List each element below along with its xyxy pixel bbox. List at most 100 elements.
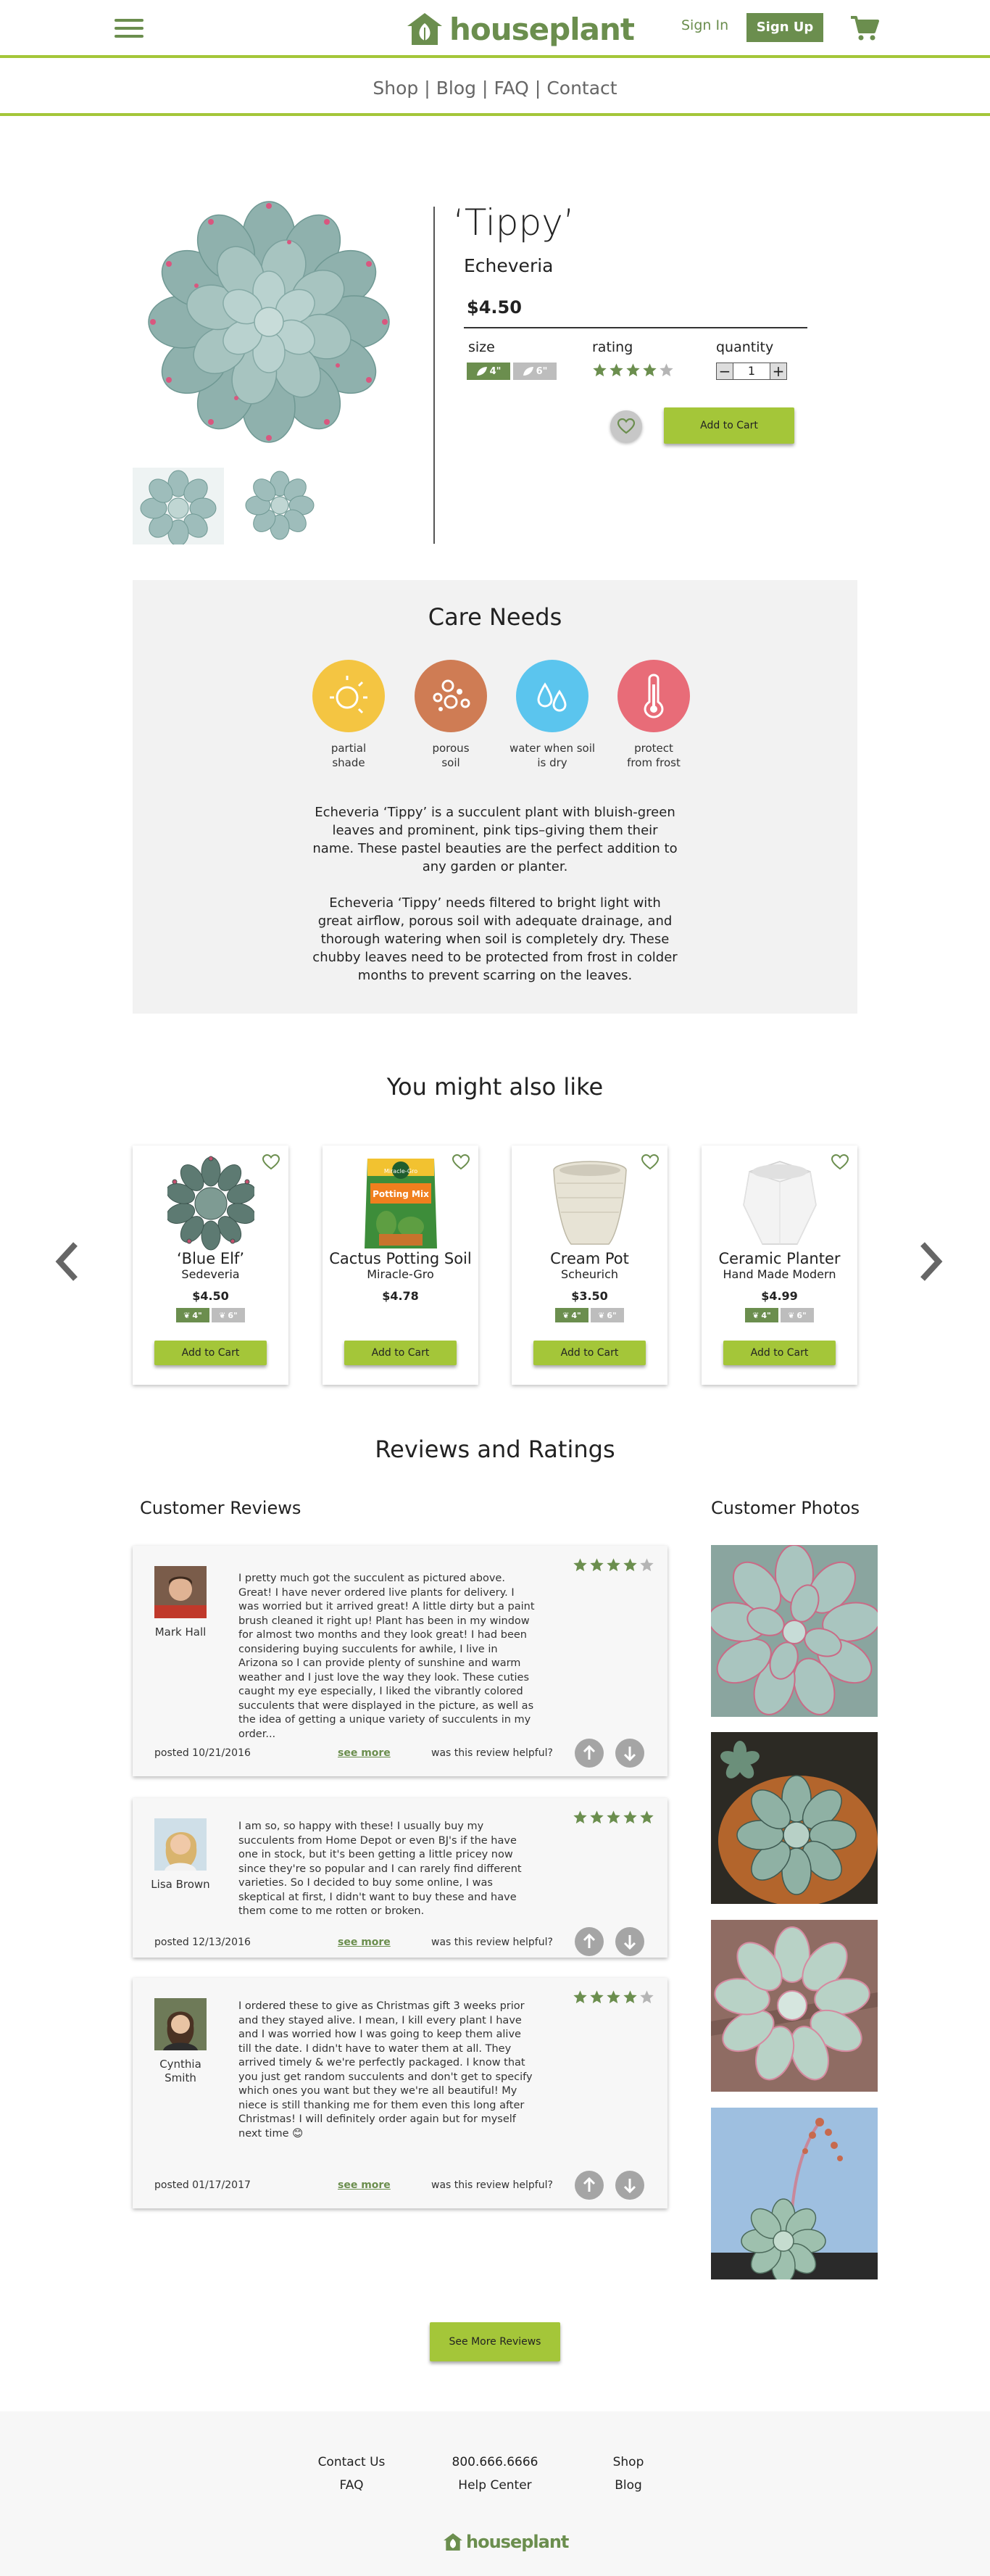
avatar[interactable] <box>154 1566 207 1618</box>
related-product-card[interactable]: Miracle-Gro Potting Mix Cactus Potting S… <box>323 1146 478 1385</box>
product-title: ‘Tippy’ <box>453 202 575 244</box>
see-more-link[interactable]: see more <box>338 2179 391 2191</box>
leaf-icon <box>476 367 487 376</box>
add-to-cart-button[interactable]: Add to Cart <box>533 1341 646 1365</box>
customer-photo[interactable] <box>711 2108 878 2279</box>
site-footer: Contact Us FAQ 800.666.6666 Help Center … <box>0 2411 990 2576</box>
footer-blog[interactable]: Blog <box>570 2478 686 2493</box>
related-product-name: Cream Pot <box>550 1250 629 1267</box>
related-product-brand: Sedeveria <box>181 1267 240 1281</box>
footer-help-center[interactable]: Help Center <box>437 2478 553 2493</box>
sign-up-button[interactable]: Sign Up <box>746 13 823 42</box>
upvote-button[interactable] <box>575 2171 604 2200</box>
upvote-button[interactable] <box>575 1739 604 1768</box>
product-thumbnail-2[interactable] <box>238 468 323 544</box>
add-to-cart-button[interactable]: Add to Cart <box>723 1341 836 1365</box>
cream-pot-image <box>553 1161 627 1245</box>
star-filled-icon <box>640 1810 654 1824</box>
footer-shop[interactable]: Shop <box>570 2455 686 2469</box>
avatar[interactable] <box>154 1818 207 1871</box>
size-option-4[interactable]: ❦ 4" <box>176 1308 209 1322</box>
review-text: I am so, so happy with these! I usually … <box>238 1821 522 1917</box>
leaf-icon: ❦ <box>219 1310 226 1320</box>
review-date: posted 01/17/2017 <box>154 2179 251 2191</box>
related-product-price: $4.78 <box>382 1289 419 1303</box>
nav-contact[interactable]: Contact <box>546 78 617 99</box>
quantity-decrement-button[interactable]: − <box>716 363 733 380</box>
related-size-selector: ❦ 4" ❦ 6" <box>702 1308 857 1322</box>
leaf-house-icon <box>444 2533 462 2551</box>
avatar[interactable] <box>154 1998 207 2050</box>
brand-logo[interactable]: houseplant <box>406 7 635 51</box>
size-option-6[interactable]: ❦ 6" <box>591 1308 624 1322</box>
product-main-image <box>148 201 390 443</box>
related-product-brand: Hand Made Modern <box>723 1267 836 1281</box>
leaf-icon <box>523 367 533 376</box>
add-to-cart-button[interactable]: Add to Cart <box>664 407 794 444</box>
star-empty-icon <box>660 363 673 377</box>
arrow-up-icon <box>583 2177 596 2192</box>
nav-blog[interactable]: Blog <box>436 78 476 99</box>
downvote-button[interactable] <box>615 1739 644 1768</box>
related-product-card[interactable]: Ceramic Planter Hand Made Modern $4.99 ❦… <box>702 1146 857 1385</box>
add-to-cart-button[interactable]: Add to Cart <box>344 1341 457 1365</box>
quantity-input[interactable]: 1 <box>733 363 770 380</box>
downvote-button[interactable] <box>615 2171 644 2200</box>
footer-faq[interactable]: FAQ <box>294 2478 409 2493</box>
nav-shop[interactable]: Shop <box>373 78 418 99</box>
size-option-6[interactable]: ❦ 6" <box>212 1308 245 1322</box>
footer-phone[interactable]: 800.666.6666 <box>437 2455 553 2469</box>
product-divider <box>433 207 435 544</box>
brand-name: houseplant <box>449 11 635 47</box>
product-thumbnail-1[interactable] <box>133 468 224 544</box>
related-product-card[interactable]: Cream Pot Scheurich $3.50 ❦ 4" ❦ 6" Add to… <box>512 1146 667 1385</box>
star-filled-icon <box>590 1810 604 1824</box>
heart-icon[interactable] <box>831 1154 849 1170</box>
heart-icon[interactable] <box>262 1154 280 1170</box>
downvote-button[interactable] <box>615 1927 644 1956</box>
star-filled-icon <box>643 363 657 377</box>
related-title: You might also like <box>386 1073 604 1101</box>
review-card: Mark Hall I pretty much got the succulen… <box>133 1546 667 1776</box>
hamburger-menu-icon[interactable] <box>115 19 143 39</box>
see-more-reviews-button[interactable]: See More Reviews <box>430 2322 560 2361</box>
heart-icon[interactable] <box>452 1154 470 1170</box>
size-option-4[interactable]: 4" <box>467 363 510 380</box>
arrow-down-icon <box>623 1747 636 1761</box>
customer-photo[interactable] <box>711 1545 878 1717</box>
arrow-up-icon <box>583 1745 596 1760</box>
arrow-down-icon <box>623 2179 636 2193</box>
size-option-4[interactable]: ❦ 4" <box>745 1308 778 1322</box>
customer-photo[interactable] <box>711 1732 878 1904</box>
rating-label: rating <box>592 339 633 355</box>
nav-separator: | <box>482 78 488 99</box>
sign-in-link[interactable]: Sign In <box>681 17 728 33</box>
size-option-6[interactable]: 6" <box>513 363 557 380</box>
size-option-label: 6" <box>536 365 548 377</box>
upvote-button[interactable] <box>575 1927 604 1956</box>
quantity-increment-button[interactable]: + <box>770 363 787 380</box>
see-more-link[interactable]: see more <box>338 1937 391 1948</box>
shopping-cart-icon[interactable] <box>849 15 880 42</box>
leaf-icon: ❦ <box>183 1310 191 1320</box>
star-filled-icon <box>573 1810 587 1824</box>
reviews-title: Reviews and Ratings <box>375 1436 615 1463</box>
star-filled-icon <box>607 1990 620 2004</box>
favorite-button[interactable] <box>610 410 642 442</box>
footer-logo[interactable]: houseplant <box>443 2532 569 2552</box>
size-option-6[interactable]: ❦ 6" <box>781 1308 814 1322</box>
reviewer-name: Mark Hall <box>154 1625 207 1639</box>
see-more-link[interactable]: see more <box>338 1747 391 1759</box>
nav-faq[interactable]: FAQ <box>494 78 528 99</box>
care-needs-panel: Care Needs partial shade porous soil wat… <box>133 580 857 1014</box>
add-to-cart-button[interactable]: Add to Cart <box>154 1341 267 1365</box>
carousel-prev-arrow-icon[interactable] <box>52 1240 81 1283</box>
related-product-price: $4.50 <box>192 1289 229 1303</box>
heart-icon[interactable] <box>641 1154 659 1170</box>
carousel-next-arrow-icon[interactable] <box>917 1240 946 1283</box>
footer-contact-us[interactable]: Contact Us <box>294 2455 409 2469</box>
size-option-4[interactable]: ❦ 4" <box>555 1308 588 1322</box>
customer-photo[interactable] <box>711 1920 878 2092</box>
star-empty-icon <box>640 1990 654 2004</box>
related-product-card[interactable]: ‘Blue Elf’ Sedeveria $4.50 ❦ 4" ❦ 6" Add t… <box>133 1146 288 1385</box>
